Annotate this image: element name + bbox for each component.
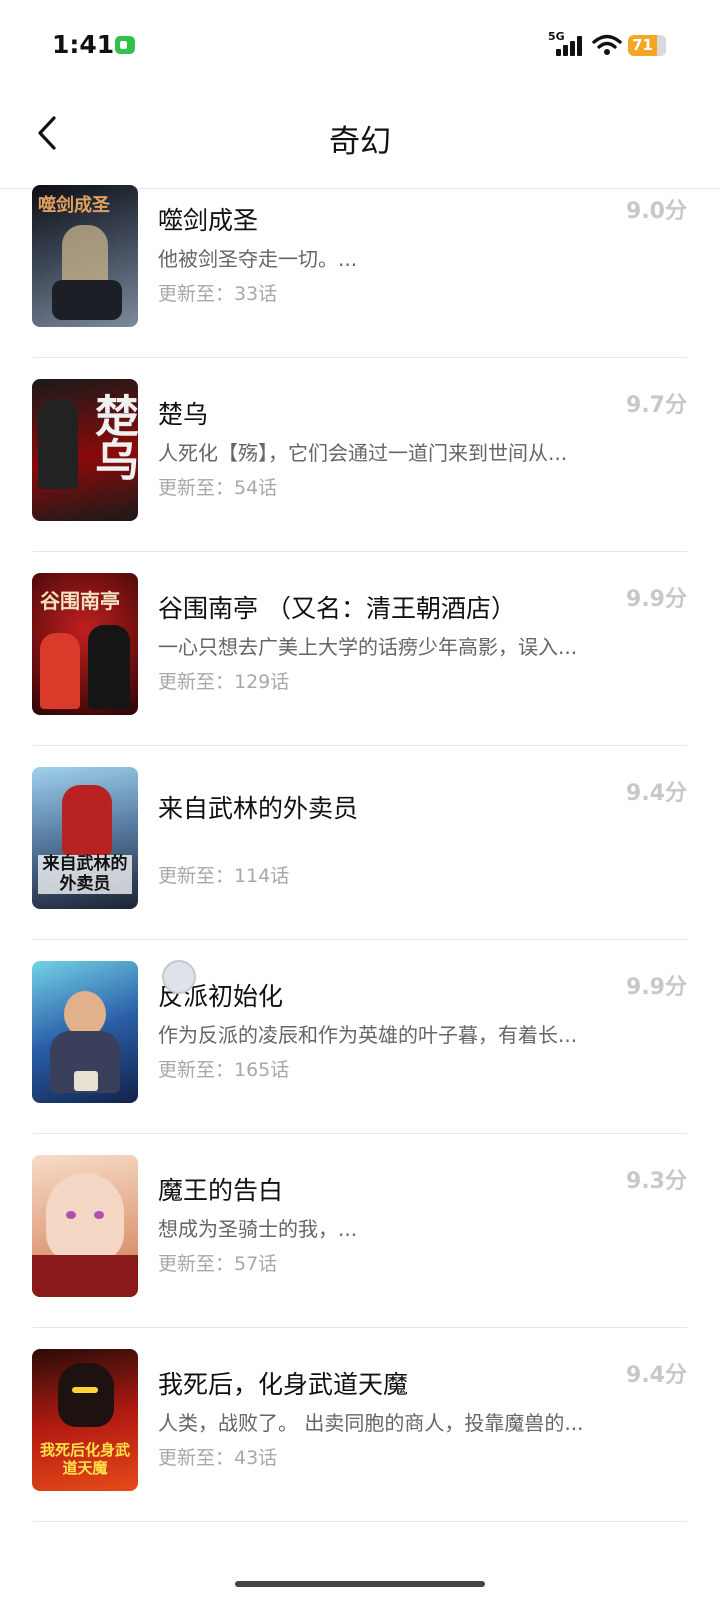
comic-item[interactable]: 我死后化身武道天魔 我死后，化身武道天魔 人类，战败了。 出卖同胞的商人，投靠魔… bbox=[0, 1349, 720, 1547]
comic-item[interactable]: 魔王的告白 想成为圣骑士的我，... 更新至：57话 9.3分 bbox=[0, 1155, 720, 1353]
list-divider bbox=[33, 1521, 687, 1522]
comic-score: 9.7分 bbox=[626, 393, 687, 418]
comic-title: 来自武林的外卖员 bbox=[158, 794, 359, 823]
battery-level: 71 bbox=[632, 36, 653, 54]
comic-cover: 我死后化身武道天魔 bbox=[32, 1349, 138, 1491]
comic-update-status: 更新至：33话 bbox=[158, 283, 278, 305]
comic-title: 楚乌 bbox=[158, 400, 209, 429]
list-divider bbox=[33, 1327, 687, 1328]
comic-item[interactable]: 噬剑成圣 噬剑成圣 他被剑圣夺走一切。... 更新至：33话 9.0分 bbox=[0, 185, 720, 383]
page-title: 奇幻 bbox=[329, 124, 391, 160]
comic-update-status: 更新至：54话 bbox=[158, 477, 278, 499]
list-divider bbox=[33, 551, 687, 552]
cover-title-art: 楚乌 bbox=[87, 393, 138, 481]
cover-title-art: 来自武林的外卖员 bbox=[38, 854, 132, 895]
comic-update-status: 更新至：57话 bbox=[158, 1253, 278, 1275]
navigation-bar: 奇幻 bbox=[0, 90, 720, 189]
comic-title: 魔王的告白 bbox=[158, 1176, 284, 1205]
comic-description: 想成为圣骑士的我，... bbox=[158, 1217, 358, 1241]
cover-title-art: 噬剑成圣 bbox=[38, 195, 110, 216]
touch-indicator bbox=[162, 960, 196, 994]
cellular-signal-icon bbox=[556, 34, 586, 56]
comic-score: 9.3分 bbox=[626, 1169, 687, 1194]
comic-item[interactable]: 谷围南亭 谷围南亭 （又名：清王朝酒店） 一心只想去广美上大学的话痨少年高影，误… bbox=[0, 573, 720, 771]
status-time: 1:41 bbox=[52, 30, 115, 59]
list-divider bbox=[33, 939, 687, 940]
comic-cover bbox=[32, 1155, 138, 1297]
comic-item[interactable]: 楚乌 楚乌 人死化【殇】，它们会通过一道门来到世间从... 更新至：54话 9.… bbox=[0, 379, 720, 577]
comic-title: 噬剑成圣 bbox=[158, 206, 259, 235]
status-bar: 1:41 5G 71 bbox=[0, 0, 720, 90]
comic-title: 谷围南亭 （又名：清王朝酒店） bbox=[158, 594, 516, 623]
comic-item[interactable]: 来自武林的外卖员 来自武林的外卖员 更新至：114话 9.4分 bbox=[0, 767, 720, 965]
comic-update-status: 更新至：114话 bbox=[158, 865, 290, 887]
comic-score: 9.4分 bbox=[626, 781, 687, 806]
comic-score: 9.9分 bbox=[626, 587, 687, 612]
comic-title: 我死后，化身武道天魔 bbox=[158, 1370, 409, 1399]
comic-description: 一心只想去广美上大学的话痨少年高影，误入... bbox=[158, 635, 578, 659]
list-divider bbox=[33, 357, 687, 358]
comic-description: 他被剑圣夺走一切。... bbox=[158, 247, 358, 271]
comic-cover: 噬剑成圣 bbox=[32, 185, 138, 327]
list-divider bbox=[33, 1133, 687, 1134]
comic-cover: 谷围南亭 bbox=[32, 573, 138, 715]
comic-cover: 来自武林的外卖员 bbox=[32, 767, 138, 909]
comic-description: 人死化【殇】，它们会通过一道门来到世间从... bbox=[158, 441, 568, 465]
list-divider bbox=[33, 745, 687, 746]
comic-description: 人类，战败了。 出卖同胞的商人，投靠魔兽的... bbox=[158, 1411, 584, 1435]
comic-score: 9.9分 bbox=[626, 975, 687, 1000]
comic-score: 9.0分 bbox=[626, 199, 687, 224]
home-indicator[interactable] bbox=[235, 1581, 485, 1587]
comic-item[interactable]: 反派初始化 作为反派的凌辰和作为英雄的叶子暮，有着长... 更新至：165话 9… bbox=[0, 961, 720, 1159]
comic-cover: 楚乌 bbox=[32, 379, 138, 521]
comic-score: 9.4分 bbox=[626, 1363, 687, 1388]
comic-update-status: 更新至：129话 bbox=[158, 671, 290, 693]
comic-update-status: 更新至：165话 bbox=[158, 1059, 290, 1081]
wifi-icon bbox=[592, 34, 622, 55]
cover-title-art: 我死后化身武道天魔 bbox=[39, 1441, 130, 1477]
battery-icon: 71 bbox=[628, 35, 666, 56]
comic-description: 作为反派的凌辰和作为英雄的叶子暮，有着长... bbox=[158, 1023, 578, 1047]
facetime-indicator-icon bbox=[115, 36, 135, 54]
comic-cover bbox=[32, 961, 138, 1103]
comic-update-status: 更新至：43话 bbox=[158, 1447, 278, 1469]
cover-title-art: 谷围南亭 bbox=[40, 589, 120, 613]
